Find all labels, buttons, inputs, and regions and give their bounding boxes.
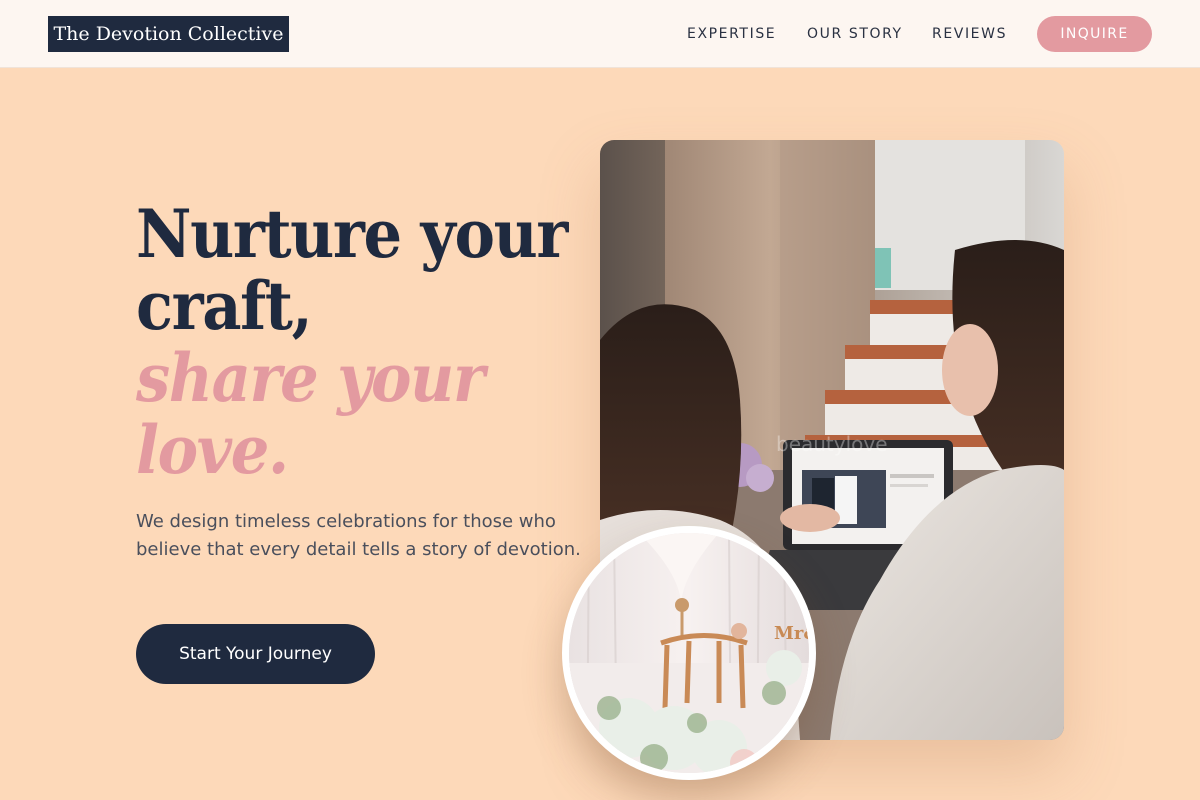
logo[interactable]: The Devotion Collective <box>48 16 289 52</box>
circle-photo-illustration <box>569 533 809 773</box>
nav-link-expertise[interactable]: EXPERTISE <box>687 25 776 43</box>
headline-accent-line-2: love. <box>136 411 289 489</box>
site-header: The Devotion Collective EXPERTISE OUR ST… <box>0 0 1200 68</box>
inquire-button[interactable]: INQUIRE <box>1037 16 1152 52</box>
headline-accent-line-1: share your <box>136 339 485 417</box>
circle-photo: Mr& <box>562 526 816 780</box>
nav-link-our-story[interactable]: OUR STORY <box>807 25 903 43</box>
photo-overlay-text: beautylove <box>776 432 888 456</box>
headline-line-2: craft, <box>136 267 313 345</box>
hero-subtext: We design timeless celebrations for thos… <box>136 511 581 560</box>
nav-link-reviews[interactable]: REVIEWS <box>932 25 1007 43</box>
hero-headline: Nurture your craft, share your love. <box>136 195 568 489</box>
circle-sign-text: Mr& <box>774 623 816 644</box>
start-journey-button[interactable]: Start Your Journey <box>136 624 375 684</box>
headline-line-1: Nurture your <box>136 195 568 273</box>
